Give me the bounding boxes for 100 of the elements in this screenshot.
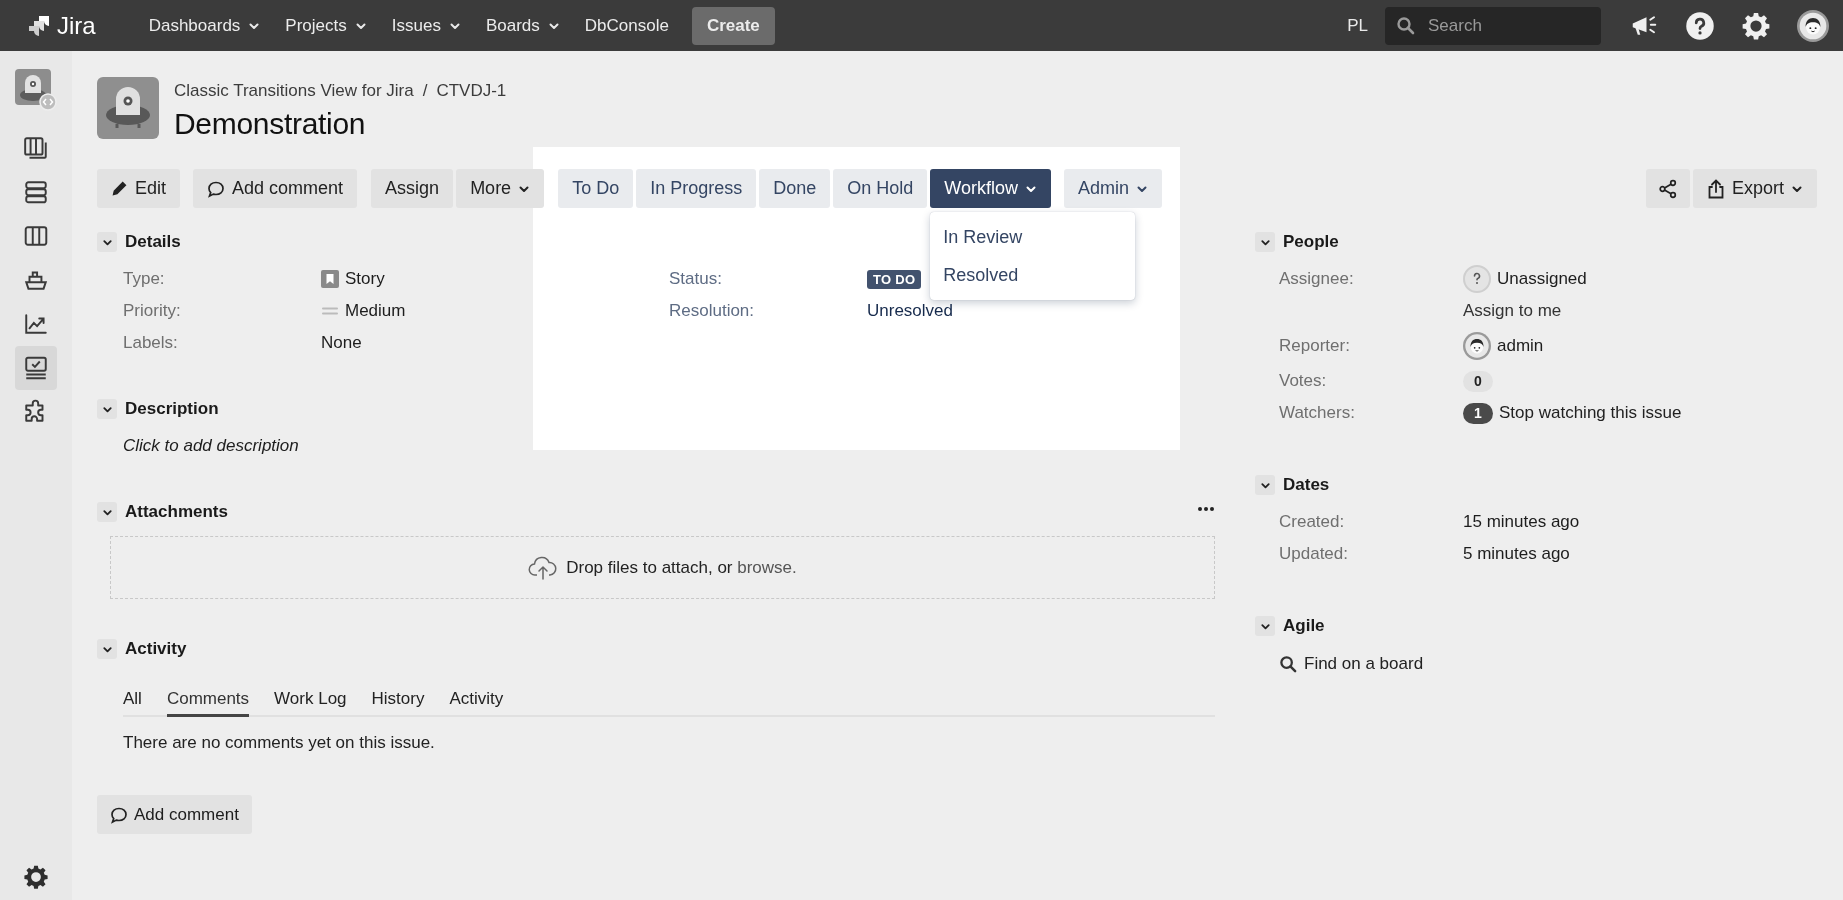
assign-to-me-link[interactable]: Assign to me (1463, 301, 1562, 321)
field-label: Resolution: (669, 301, 755, 321)
user-avatar-icon (1797, 9, 1829, 42)
section-title: Attachments (125, 502, 228, 522)
section-title: Description (125, 399, 219, 419)
field-label: Watchers: (1279, 403, 1355, 423)
field-label: Type: (123, 269, 165, 289)
action-button[interactable]: Add comment (193, 169, 358, 208)
section-title: Dates (1283, 475, 1330, 495)
section-toggle[interactable] (97, 232, 117, 252)
action-button[interactable]: Edit (97, 169, 181, 208)
create-button[interactable]: Create (691, 6, 775, 45)
menu-item[interactable]: In Review (930, 218, 1136, 256)
field-label: Updated: (1279, 544, 1348, 564)
export-icon (1706, 178, 1725, 199)
priority-icon (321, 305, 339, 317)
chart-icon (23, 311, 49, 337)
transition-button[interactable]: Workflow (930, 169, 1051, 208)
field-label: Priority: (123, 301, 181, 321)
assignee-name: Unassigned (1497, 269, 1587, 289)
reporter-name: admin (1497, 336, 1544, 356)
logo-icon (27, 13, 51, 38)
activity-tab[interactable]: All (123, 689, 142, 717)
section-toggle[interactable] (97, 399, 117, 419)
section-toggle[interactable] (97, 502, 117, 522)
nav-menu[interactable]: Projects (285, 15, 367, 36)
language-button[interactable]: PL (1347, 15, 1368, 36)
field-label: Created: (1279, 512, 1345, 532)
issue-title: Demonstration (174, 107, 367, 141)
section-title: Activity (125, 639, 187, 659)
settings-icon[interactable] (1741, 10, 1771, 41)
add-comment-button[interactable]: Add comment (97, 795, 252, 834)
section-title: Agile (1283, 616, 1325, 636)
transition-button[interactable]: Admin (1064, 169, 1162, 208)
activity-tab[interactable]: Activity (449, 689, 504, 717)
watcher-count[interactable]: 1 (1463, 402, 1493, 424)
breadcrumb-link[interactable]: CTVDJ-1 (436, 81, 507, 101)
section-toggle[interactable] (1255, 475, 1275, 495)
section-toggle[interactable] (1255, 616, 1275, 636)
vote-count[interactable]: 0 (1463, 370, 1493, 392)
field-value: Medium (345, 301, 406, 321)
user-avatar-icon (1463, 332, 1491, 360)
project-avatar-icon (97, 77, 159, 139)
nav-menu[interactable]: Dashboards (148, 15, 261, 36)
field-value: Unresolved (867, 301, 953, 321)
home-link[interactable]: Jira (27, 11, 96, 40)
sidebar-item[interactable] (15, 68, 57, 112)
project-avatar-icon (15, 69, 57, 111)
find-on-board-link[interactable]: Find on a board (1255, 647, 1817, 681)
more-icon[interactable] (1197, 506, 1215, 512)
section-title: People (1283, 232, 1339, 252)
field-label: Status: (669, 269, 722, 289)
menu-item[interactable]: Resolved (930, 256, 1136, 294)
browse-link[interactable]: browse. (737, 557, 797, 577)
cloud-upload-icon (528, 555, 559, 580)
transition-button[interactable]: In Progress (636, 169, 757, 208)
stop-watching-link[interactable]: Stop watching this issue (1499, 403, 1682, 423)
activity-tab[interactable]: Work Log (274, 689, 347, 717)
field-value: None (321, 333, 362, 353)
export-button[interactable]: Export (1692, 169, 1817, 208)
field-label: Reporter: (1279, 336, 1350, 356)
activity-tab[interactable]: Comments (166, 689, 250, 717)
activity-tab[interactable]: History (371, 689, 425, 717)
status-lozenge: TO DO (867, 269, 922, 289)
section-title: Details (125, 232, 181, 252)
settings-icon[interactable] (23, 864, 49, 890)
transition-button[interactable]: To Do (558, 169, 634, 208)
backlog-icon (23, 135, 49, 161)
stack-icon (23, 179, 49, 205)
pencil-icon (111, 180, 128, 197)
logo-text: Jira (57, 11, 96, 40)
section-toggle[interactable] (97, 639, 117, 659)
section-toggle[interactable] (1255, 232, 1275, 252)
action-button[interactable]: Assign (371, 169, 454, 208)
nav-menu[interactable]: Issues (391, 15, 461, 36)
nav-menu[interactable]: Boards (485, 15, 560, 36)
field-label: Labels: (123, 333, 178, 353)
field-value: Story (345, 269, 385, 289)
search-field[interactable]: Search (1385, 6, 1601, 45)
field-label: Votes: (1279, 371, 1327, 391)
description-placeholder[interactable]: Click to add description (123, 436, 299, 456)
transition-button[interactable]: Done (759, 169, 831, 208)
sidebar-item[interactable] (15, 346, 57, 390)
monitor-check-icon (23, 355, 49, 381)
date-value: 5 minutes ago (1463, 544, 1570, 564)
breadcrumb-link[interactable]: Classic Transitions View for Jira (174, 81, 414, 101)
date-value: 15 minutes ago (1463, 512, 1580, 532)
transition-button[interactable]: On Hold (833, 169, 928, 208)
nav-menu[interactable]: DbConsole (584, 15, 669, 36)
columns-icon (23, 223, 49, 249)
help-icon[interactable] (1685, 10, 1715, 41)
unassigned-avatar-icon (1463, 265, 1491, 293)
share-button[interactable] (1645, 169, 1690, 208)
story-icon (321, 270, 339, 288)
comment-icon (207, 179, 226, 198)
field-label: Assignee: (1279, 269, 1354, 289)
drop-zone[interactable]: Drop files to attach, or browse. (110, 536, 1215, 599)
action-button[interactable]: More (456, 169, 545, 208)
share-icon (1657, 178, 1678, 199)
comment-icon (110, 805, 128, 824)
